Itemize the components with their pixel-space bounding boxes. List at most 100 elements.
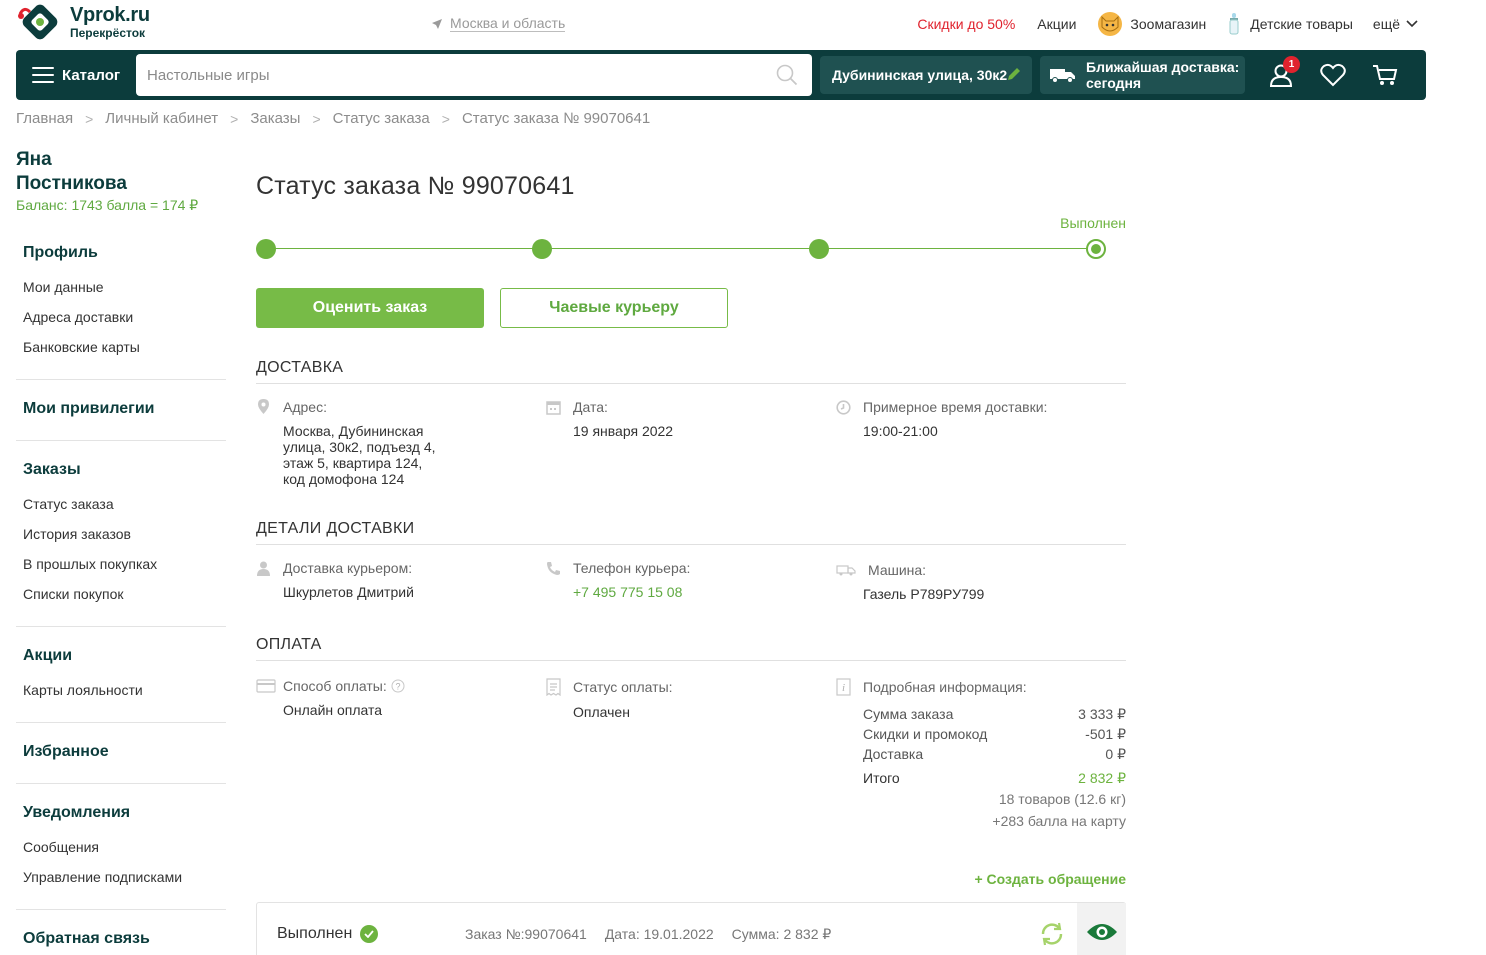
- sidebar-profile-head[interactable]: Профиль: [23, 244, 98, 262]
- credit-card-icon: [256, 679, 276, 693]
- summary-value: -501 ₽: [1085, 726, 1126, 742]
- sidebar-item-order-history[interactable]: История заказов: [23, 526, 131, 542]
- svg-text:?: ?: [395, 682, 400, 692]
- chevron-down-icon: [1406, 20, 1418, 28]
- rate-order-button[interactable]: Оценить заказ: [256, 288, 484, 328]
- sidebar-orders-head[interactable]: Заказы: [23, 461, 81, 479]
- sidebar-divider: [16, 626, 226, 627]
- user-last-name: Постникова: [16, 173, 127, 194]
- chevron-right-icon: >: [85, 110, 94, 127]
- order-status-label: Выполнен: [1060, 215, 1126, 231]
- phone-icon: [547, 561, 560, 575]
- help-icon[interactable]: ?: [391, 679, 405, 693]
- logo[interactable]: Vprok.ru Перекрёсток: [16, 4, 150, 40]
- cart-icon: [1373, 65, 1398, 85]
- more-label: ещё: [1372, 16, 1400, 32]
- sidebar-privileges-head[interactable]: Мои привилегии: [23, 400, 155, 418]
- phone-value[interactable]: +7 495 775 15 08: [573, 584, 690, 600]
- summary-value: 0 ₽: [1105, 746, 1126, 762]
- page-title: Статус заказа № 99070641: [256, 172, 575, 200]
- order-card-date: Дата: 19.01.2022: [604, 926, 714, 942]
- summary-row: Скидки и промокод -501 ₽: [863, 724, 1126, 744]
- more-menu[interactable]: ещё: [1373, 16, 1418, 32]
- payment-details: i Подробная информация: Сумма заказа 3 3…: [836, 678, 1126, 832]
- sidebar-item-subscriptions[interactable]: Управление подписками: [23, 869, 182, 885]
- info-icon: i: [836, 678, 851, 696]
- date-value: 19 января 2022: [573, 423, 674, 439]
- sidebar-item-addresses[interactable]: Адреса доставки: [23, 309, 133, 325]
- time-value: 19:00-21:00: [863, 423, 938, 439]
- cart-button[interactable]: [1370, 60, 1400, 90]
- summary-key: Доставка: [863, 746, 924, 762]
- details-section-title: ДЕТАЛИ ДОСТАВКИ: [256, 520, 415, 537]
- logo-title: Vprok.ru: [70, 4, 150, 26]
- sidebar-divider: [16, 783, 226, 784]
- total-label: Итого: [863, 770, 900, 786]
- catalog-label: Каталог: [62, 66, 121, 84]
- sidebar-item-shopping-lists[interactable]: Списки покупок: [23, 586, 124, 602]
- breadcrumb-account[interactable]: Личный кабинет: [105, 110, 218, 127]
- sidebar-item-order-status[interactable]: Статус заказа: [23, 496, 114, 512]
- breadcrumb-home[interactable]: Главная: [16, 110, 73, 127]
- order-card-number: Заказ №:99070641: [465, 926, 587, 942]
- create-request-link[interactable]: + Создать обращение: [974, 871, 1126, 887]
- profile-button[interactable]: 1: [1266, 56, 1300, 90]
- kids-link-label: Детские товары: [1250, 16, 1353, 32]
- order-progress: [256, 239, 1126, 259]
- order-status-main: Статус заказа № 99070641 Выполнен Оценит…: [256, 0, 1126, 955]
- courier-phone: Телефон курьера: +7 495 775 15 08: [546, 560, 690, 600]
- section-divider: [256, 660, 1126, 661]
- progress-step-1: [256, 239, 276, 259]
- courier-tips-button[interactable]: Чаевые курьеру: [500, 288, 728, 328]
- courier-name: Доставка курьером: Шкурлетов Дмитрий: [256, 560, 414, 600]
- payment-info-label: Подробная информация:: [863, 679, 1027, 695]
- sidebar-item-past-purchases[interactable]: В прошлых покупках: [23, 556, 157, 572]
- summary-key: Скидки и промокод: [863, 726, 988, 742]
- order-card[interactable]: Выполнен Заказ №:99070641 Дата: 19.01.20…: [256, 902, 1126, 955]
- payment-method-value: Онлайн оплата: [283, 702, 383, 718]
- logo-icon: [18, 4, 58, 40]
- courier-label: Доставка курьером:: [283, 560, 413, 576]
- order-card-status: Выполнен: [277, 925, 353, 942]
- address-line: Москва, Дубининская: [283, 423, 424, 439]
- baby-bottle-icon: [1229, 13, 1239, 35]
- delivery-address: Адрес: Москва, Дубининская улица, 30к2, …: [256, 399, 436, 487]
- delivery-date: Дата: 19 января 2022: [546, 399, 673, 439]
- bonus-balance: Баланс: 1743 балла = 174 ₽: [16, 197, 199, 213]
- clock-icon: [836, 399, 851, 415]
- payment-status: Статус оплаты: Оплачен: [546, 678, 673, 720]
- summary-key: Сумма заказа: [863, 706, 954, 722]
- payment-section-title: ОПЛАТА: [256, 636, 322, 653]
- payment-status-label: Статус оплаты:: [573, 679, 673, 695]
- view-order-button[interactable]: [1077, 903, 1126, 955]
- eye-icon: [1086, 924, 1117, 940]
- section-divider: [256, 383, 1126, 384]
- sidebar-item-my-data[interactable]: Мои данные: [23, 279, 104, 295]
- payment-summary: Сумма заказа 3 333 ₽ Скидки и промокод -…: [863, 704, 1126, 832]
- section-divider: [256, 544, 1126, 545]
- favorites-button[interactable]: [1318, 60, 1348, 90]
- sidebar-notifications-head[interactable]: Уведомления: [23, 804, 130, 822]
- calendar-icon: [546, 400, 561, 415]
- catalog-button[interactable]: Каталог: [32, 50, 120, 100]
- address-line: улица, 30к2, подъезд 4,: [283, 439, 436, 455]
- sidebar-favorites-head[interactable]: Избранное: [23, 743, 109, 761]
- menu-icon: [32, 67, 54, 83]
- sidebar-item-messages[interactable]: Сообщения: [23, 839, 99, 855]
- kids-link[interactable]: Детские товары: [1228, 13, 1353, 35]
- location-pin-icon: [258, 399, 269, 414]
- repeat-order-icon[interactable]: [1039, 921, 1065, 947]
- courier-icon: [257, 561, 270, 576]
- sidebar-promos-head[interactable]: Акции: [23, 647, 72, 665]
- check-circle-icon: [360, 925, 379, 943]
- sidebar-divider: [16, 379, 226, 380]
- sidebar-feedback-head[interactable]: Обратная связь: [23, 930, 150, 948]
- progress-step-3: [809, 239, 829, 259]
- progress-line: [266, 248, 1096, 249]
- payment-status-value: Оплачен: [573, 704, 630, 720]
- sidebar-item-loyalty-cards[interactable]: Карты лояльности: [23, 682, 143, 698]
- zoo-link-label: Зоомагазин: [1130, 16, 1207, 32]
- sidebar-divider: [16, 909, 226, 910]
- sidebar-item-bank-cards[interactable]: Банковские карты: [23, 339, 140, 355]
- car-icon: [836, 565, 856, 576]
